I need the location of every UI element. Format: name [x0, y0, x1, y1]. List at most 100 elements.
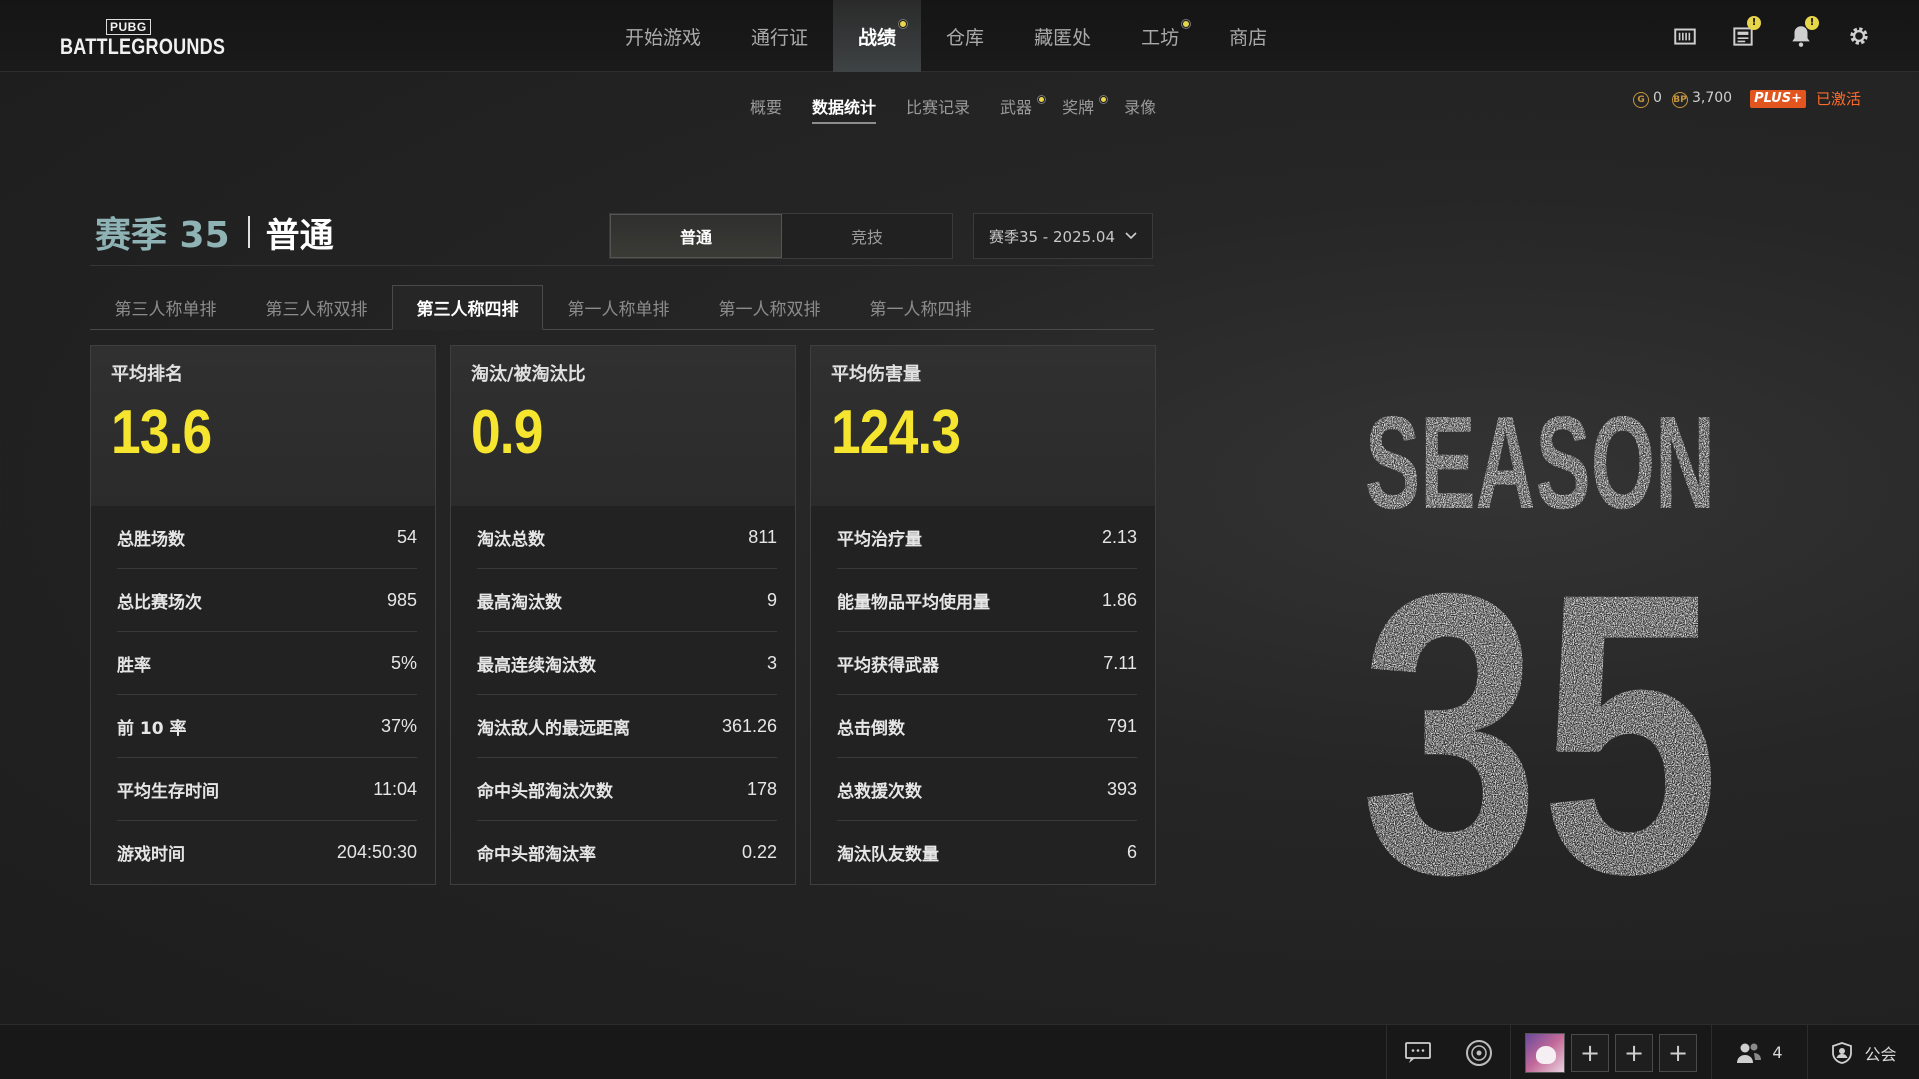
friends-button[interactable]: 4: [1711, 1025, 1807, 1079]
stat-row-label: 淘汰敌人的最远距离: [477, 718, 630, 739]
empty-party-slot[interactable]: +: [1659, 1033, 1697, 1072]
main-nav-tab[interactable]: 藏匿处: [1009, 0, 1116, 72]
stat-card-main-value: 13.6: [111, 398, 212, 467]
stat-row: 游戏时间 204:50:30: [117, 821, 417, 884]
stat-row-value: 1.86: [1101, 589, 1137, 610]
stat-row: 总救援次数 393: [837, 758, 1137, 821]
g-coin-amount: 0: [1653, 89, 1662, 106]
stat-row-label: 胜率: [117, 655, 151, 676]
stat-row-label: 前 10 率: [117, 718, 187, 739]
pubg-logo[interactable]: PUBG BATTLEGROUNDS: [60, 16, 225, 59]
stat-row-label: 能量物品平均使用量: [837, 592, 990, 613]
stat-row: 最高淘汰数 9: [477, 569, 777, 632]
new-indicator-dot: [1182, 20, 1191, 28]
sub-nav-tab[interactable]: 武器: [985, 94, 1047, 122]
season-art-number: 35: [1360, 510, 1720, 900]
sub-nav-tab[interactable]: 比赛记录: [891, 94, 985, 122]
new-indicator-dot: [899, 20, 908, 28]
main-nav-tab[interactable]: 战绩: [833, 0, 922, 72]
new-indicator-dot: [1038, 96, 1046, 103]
stat-row: 胜率 5%: [117, 632, 417, 695]
stat-card-header: 淘汰/被淘汰比 0.9: [451, 346, 795, 506]
perspective-tabs: 第三人称单排 第三人称双排 第三人称四排 第一人称单排 第一人称双排 第一人称四排: [90, 285, 1154, 330]
bottom-bar: + + + 4 公会: [0, 1024, 1919, 1079]
sub-nav-tab[interactable]: 概要: [735, 94, 797, 122]
stat-row-value: 11:04: [373, 778, 417, 799]
g-coin-balance[interactable]: G0: [1633, 90, 1662, 108]
main-nav-tab[interactable]: 开始游戏: [600, 0, 726, 72]
bp-coin-icon: BP: [1671, 91, 1688, 108]
settings-gear-icon[interactable]: [1843, 20, 1875, 52]
news-icon[interactable]: !: [1727, 16, 1761, 52]
perspective-tab[interactable]: 第三人称双排: [241, 285, 392, 329]
stat-card-header: 平均伤害量 124.3: [811, 346, 1155, 506]
perspective-tab[interactable]: 第一人称双排: [694, 285, 845, 329]
chat-button[interactable]: [1386, 1025, 1448, 1079]
sub-nav-tab[interactable]: 奖牌: [1047, 94, 1109, 122]
header-divider: [90, 265, 1154, 266]
stat-row-label: 淘汰队友数量: [837, 845, 939, 865]
title-divider: [247, 216, 250, 248]
sub-nav-tab[interactable]: 录像: [1109, 94, 1171, 122]
stat-row-label: 平均生存时间: [117, 781, 219, 802]
perspective-tab[interactable]: 第一人称单排: [543, 285, 694, 329]
stat-row: 淘汰队友数量 6: [837, 821, 1137, 884]
stat-row: 总胜场数 54: [117, 506, 417, 569]
stat-row-label: 命中头部淘汰率: [477, 845, 596, 865]
stat-row-value: 6: [1126, 842, 1137, 862]
empty-party-slot[interactable]: +: [1571, 1033, 1609, 1072]
perspective-tab[interactable]: 第三人称单排: [90, 285, 241, 329]
mode-toggle: 普通 竞技: [609, 213, 953, 259]
bp-balance[interactable]: BP 3,700: [1671, 89, 1733, 108]
stat-row: 命中头部淘汰次数 178: [477, 758, 777, 821]
mode-option[interactable]: 普通: [610, 214, 782, 258]
plus-badge[interactable]: PLUS+: [1750, 89, 1806, 108]
logo-pubg-text: PUBG: [106, 19, 151, 35]
plus-status: 已激活: [1815, 90, 1861, 108]
notification-bell-icon[interactable]: !: [1785, 16, 1819, 52]
stat-card: 平均伤害量 124.3 平均治疗量 2.13 能量物品平均使用量 1.86 平均获得武器 7.…: [810, 345, 1156, 885]
main-nav-tab[interactable]: 通行证: [726, 0, 833, 72]
stat-row: 淘汰敌人的最远距离 361.26: [477, 695, 777, 758]
mode-option[interactable]: 竞技: [782, 214, 952, 258]
stat-row-label: 最高连续淘汰数: [477, 655, 596, 676]
player-avatar[interactable]: [1525, 1032, 1565, 1073]
stat-row: 能量物品平均使用量 1.86: [837, 569, 1137, 632]
stat-card-title: 平均伤害量: [831, 364, 921, 385]
stat-row: 总比赛场次 985: [117, 569, 417, 632]
party-slots: + + +: [1510, 1025, 1711, 1079]
season-dropdown[interactable]: 赛季35 - 2025.04: [973, 213, 1153, 259]
stat-row-value: 361.26: [721, 715, 777, 736]
stat-row-label: 平均治疗量: [837, 529, 922, 550]
stat-card: 平均排名 13.6 总胜场数 54 总比赛场次 985 胜率 5% 前 10 率 37% 平均生存时…: [90, 345, 436, 885]
perspective-tab[interactable]: 第一人称四排: [845, 285, 996, 329]
stat-rows: 淘汰总数 811 最高淘汰数 9 最高连续淘汰数 3 淘汰敌人的最远距离 361.26 命中头部…: [451, 506, 795, 884]
g-coin-icon: G: [1633, 91, 1650, 108]
friends-icon: [1737, 1043, 1762, 1063]
main-nav-tab[interactable]: 仓库: [921, 0, 1009, 72]
stat-row-label: 命中头部淘汰次数: [477, 781, 613, 802]
stat-rows: 平均治疗量 2.13 能量物品平均使用量 1.86 平均获得武器 7.11 总击倒数 791 总…: [811, 506, 1155, 884]
bp-amount: 3,700: [1691, 89, 1733, 106]
stat-row-value: 811: [748, 526, 777, 547]
season-dropdown-value: 赛季35 - 2025.04: [988, 227, 1116, 246]
stat-card-main-value: 124.3: [831, 398, 961, 467]
stat-row: 平均获得武器 7.11: [837, 632, 1137, 695]
stat-row-value: 7.11: [1103, 652, 1137, 673]
stat-row: 前 10 率 37%: [117, 695, 417, 758]
empty-party-slot[interactable]: +: [1615, 1033, 1653, 1072]
clan-icon: [1832, 1041, 1853, 1064]
season-mode: 普通: [265, 215, 334, 256]
stat-row-value: 54: [396, 526, 417, 547]
storage-icon[interactable]: [1669, 20, 1701, 52]
main-nav-tab[interactable]: 商店: [1204, 0, 1292, 72]
perspective-tab[interactable]: 第三人称四排: [392, 285, 543, 330]
radar-button[interactable]: [1448, 1025, 1510, 1079]
currency-bar: G0 BP 3,700 PLUS+ 已激活: [1633, 88, 1861, 109]
news-alert-badge: !: [1747, 16, 1761, 30]
clan-button[interactable]: 公会: [1807, 1025, 1919, 1079]
chat-icon: [1404, 1041, 1431, 1063]
stat-row: 最高连续淘汰数 3: [477, 632, 777, 695]
main-nav-tab[interactable]: 工坊: [1116, 0, 1204, 72]
sub-nav-tab[interactable]: 数据统计: [797, 94, 891, 124]
